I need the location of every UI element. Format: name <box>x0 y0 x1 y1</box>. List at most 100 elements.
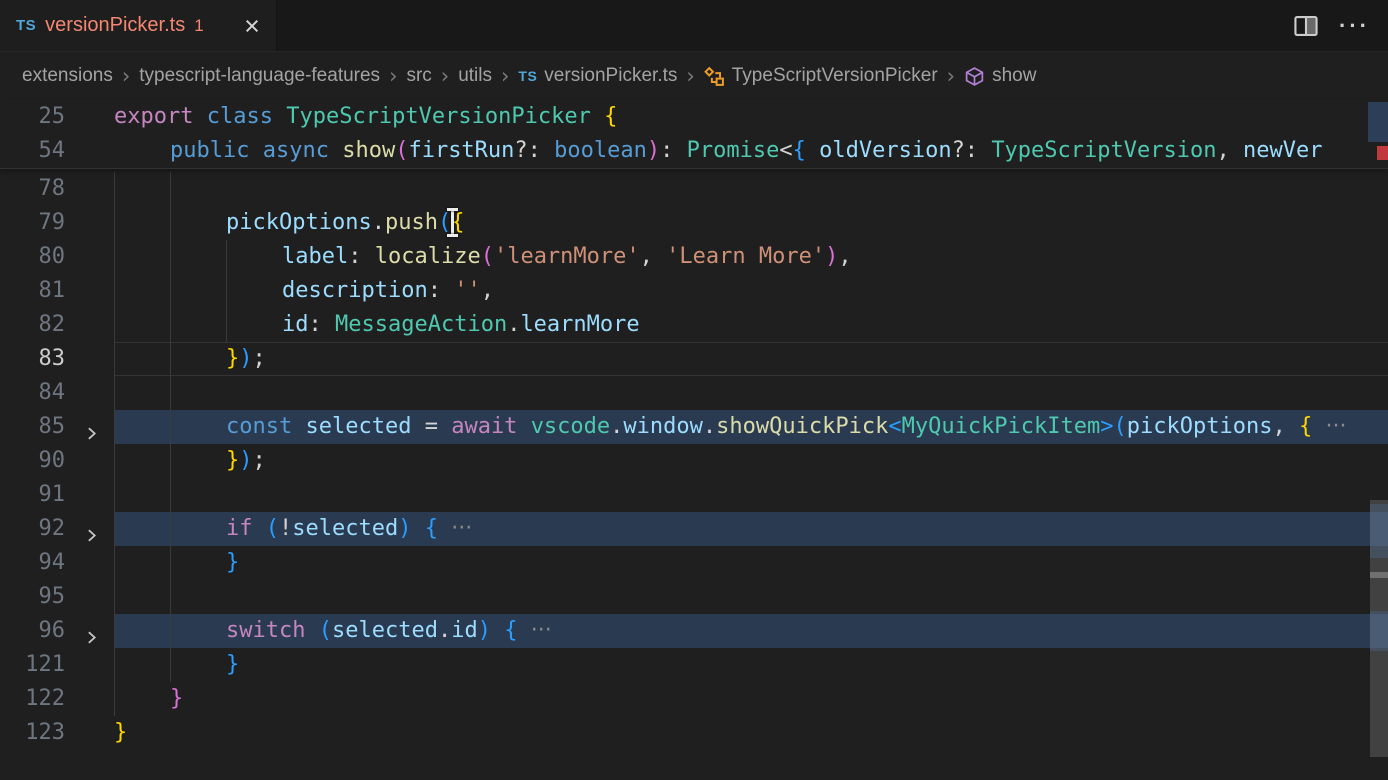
code-line-123[interactable]: 123} <box>0 716 1388 750</box>
indent-guide <box>114 376 115 410</box>
line-content: } <box>114 648 1388 682</box>
line-content: id: MessageAction.learnMore <box>114 308 1388 342</box>
line-content: description: '', <box>114 274 1388 308</box>
code-line-94[interactable]: 94} <box>0 546 1388 580</box>
line-number: 78 <box>0 172 65 206</box>
gutter: 54 <box>0 134 114 168</box>
breadcrumb-item-typescriptversionpicker[interactable]: TypeScriptVersionPicker <box>704 65 938 87</box>
gutter: 82 <box>0 308 114 342</box>
line-number: 84 <box>0 376 65 410</box>
chevron-right-icon: › <box>686 64 694 88</box>
breadcrumb-item-versionpicker-ts[interactable]: TS versionPicker.ts <box>518 65 677 87</box>
more-actions-icon[interactable]: ··· <box>1339 21 1370 31</box>
line-content: } <box>114 716 1388 750</box>
tab-versionpicker[interactable]: TS versionPicker.ts 1 × <box>0 0 277 51</box>
line-content: }); <box>114 342 1388 376</box>
line-content <box>114 376 1388 410</box>
line-content <box>114 172 1388 206</box>
overview-ruler-top-marker <box>1368 102 1388 142</box>
line-number: 79 <box>0 206 65 240</box>
breadcrumb-label: show <box>992 65 1036 87</box>
typescript-file-icon: TS <box>518 68 537 84</box>
code-line-122[interactable]: 122} <box>0 682 1388 716</box>
indent-guide <box>114 478 115 512</box>
tab-problems-badge: 1 <box>194 16 203 36</box>
code-line-90[interactable]: 90}); <box>0 444 1388 478</box>
line-content: export class TypeScriptVersionPicker { <box>114 100 1388 134</box>
line-content: public async show(firstRun?: boolean): P… <box>114 134 1388 168</box>
indent-guide <box>170 478 171 512</box>
line-content: label: localize('learnMore', 'Learn More… <box>114 240 1388 274</box>
line-number: 90 <box>0 444 65 478</box>
indent-guide <box>114 172 115 206</box>
line-number: 81 <box>0 274 65 308</box>
code-line-91[interactable]: 91 <box>0 478 1388 512</box>
line-content: const selected = await vscode.window.sho… <box>114 410 1388 444</box>
code-line-84[interactable]: 84 <box>0 376 1388 410</box>
typescript-file-icon: TS <box>16 17 36 34</box>
line-content: pickOptions.push({ <box>114 206 1388 240</box>
line-number: 91 <box>0 478 65 512</box>
gutter: 123 <box>0 716 114 750</box>
line-number: 95 <box>0 580 65 614</box>
chevron-right-icon: › <box>441 64 449 88</box>
gutter: 25 <box>0 100 114 134</box>
line-number: 54 <box>0 134 65 168</box>
mouse-text-cursor <box>451 209 454 236</box>
line-number: 121 <box>0 648 65 682</box>
gutter: 83 <box>0 342 114 376</box>
line-number: 25 <box>0 100 65 134</box>
line-content: } <box>114 546 1388 580</box>
split-editor-icon[interactable] <box>1293 13 1319 39</box>
code-line-85[interactable]: 85const selected = await vscode.window.s… <box>0 410 1388 444</box>
line-content: } <box>114 682 1388 716</box>
gutter: 90 <box>0 444 114 478</box>
code-line-83[interactable]: 83}); <box>0 342 1388 376</box>
breadcrumb-item-extensions[interactable]: extensions <box>22 65 113 87</box>
code-editor[interactable]: 25 export class TypeScriptVersionPicker {… <box>0 100 1388 780</box>
gutter: 92 <box>0 512 114 546</box>
breadcrumb-item-show[interactable]: show <box>964 65 1036 87</box>
breadcrumb-item-utils[interactable]: utils <box>458 65 492 87</box>
close-icon[interactable]: × <box>238 12 266 40</box>
code-line-80[interactable]: 80 label: localize('learnMore', 'Learn Mo… <box>0 240 1388 274</box>
code-lines[interactable]: 7879 pickOptions.push({ 80 label: localize(… <box>0 172 1388 750</box>
line-content: }); <box>114 444 1388 478</box>
line-number: 80 <box>0 240 65 274</box>
indent-guide <box>170 580 171 614</box>
line-content <box>114 478 1388 512</box>
code-line-121[interactable]: 121} <box>0 648 1388 682</box>
gutter: 85 <box>0 410 114 444</box>
breadcrumb-item-src[interactable]: src <box>406 65 431 87</box>
code-line-96[interactable]: 96switch (selected.id) { ··· <box>0 614 1388 648</box>
chevron-right-icon: › <box>501 64 509 88</box>
code-line-54[interactable]: 54 public async show(firstRun?: boolean):… <box>0 134 1388 168</box>
gutter: 122 <box>0 682 114 716</box>
code-line-82[interactable]: 82 id: MessageAction.learnMore <box>0 308 1388 342</box>
breadcrumb-label: versionPicker.ts <box>544 65 677 87</box>
line-content <box>114 580 1388 614</box>
line-number: 94 <box>0 546 65 580</box>
breadcrumb-label: TypeScriptVersionPicker <box>732 65 938 87</box>
code-line-95[interactable]: 95 <box>0 580 1388 614</box>
line-number: 82 <box>0 308 65 342</box>
breadcrumb-label: extensions <box>22 65 113 87</box>
code-line-25[interactable]: 25 export class TypeScriptVersionPicker { <box>0 100 1388 134</box>
gutter: 121 <box>0 648 114 682</box>
gutter: 95 <box>0 580 114 614</box>
code-line-79[interactable]: 79 pickOptions.push({ <box>0 206 1388 240</box>
breadcrumb-item-typescript-language-features[interactable]: typescript-language-features <box>139 65 380 87</box>
breadcrumb-label: typescript-language-features <box>139 65 380 87</box>
chevron-right-icon: › <box>122 64 130 88</box>
scrollbar[interactable] <box>1368 100 1388 780</box>
gutter: 81 <box>0 274 114 308</box>
sticky-scroll[interactable]: 25 export class TypeScriptVersionPicker {… <box>0 100 1388 169</box>
code-line-81[interactable]: 81 description: '', <box>0 274 1388 308</box>
code-line-78[interactable]: 78 <box>0 172 1388 206</box>
gutter: 96 <box>0 614 114 648</box>
line-content: switch (selected.id) { ··· <box>114 614 1388 648</box>
gutter: 79 <box>0 206 114 240</box>
editor-actions: ··· <box>1293 0 1388 51</box>
code-line-92[interactable]: 92if (!selected) { ··· <box>0 512 1388 546</box>
overview-ruler-error-marker <box>1377 146 1388 160</box>
